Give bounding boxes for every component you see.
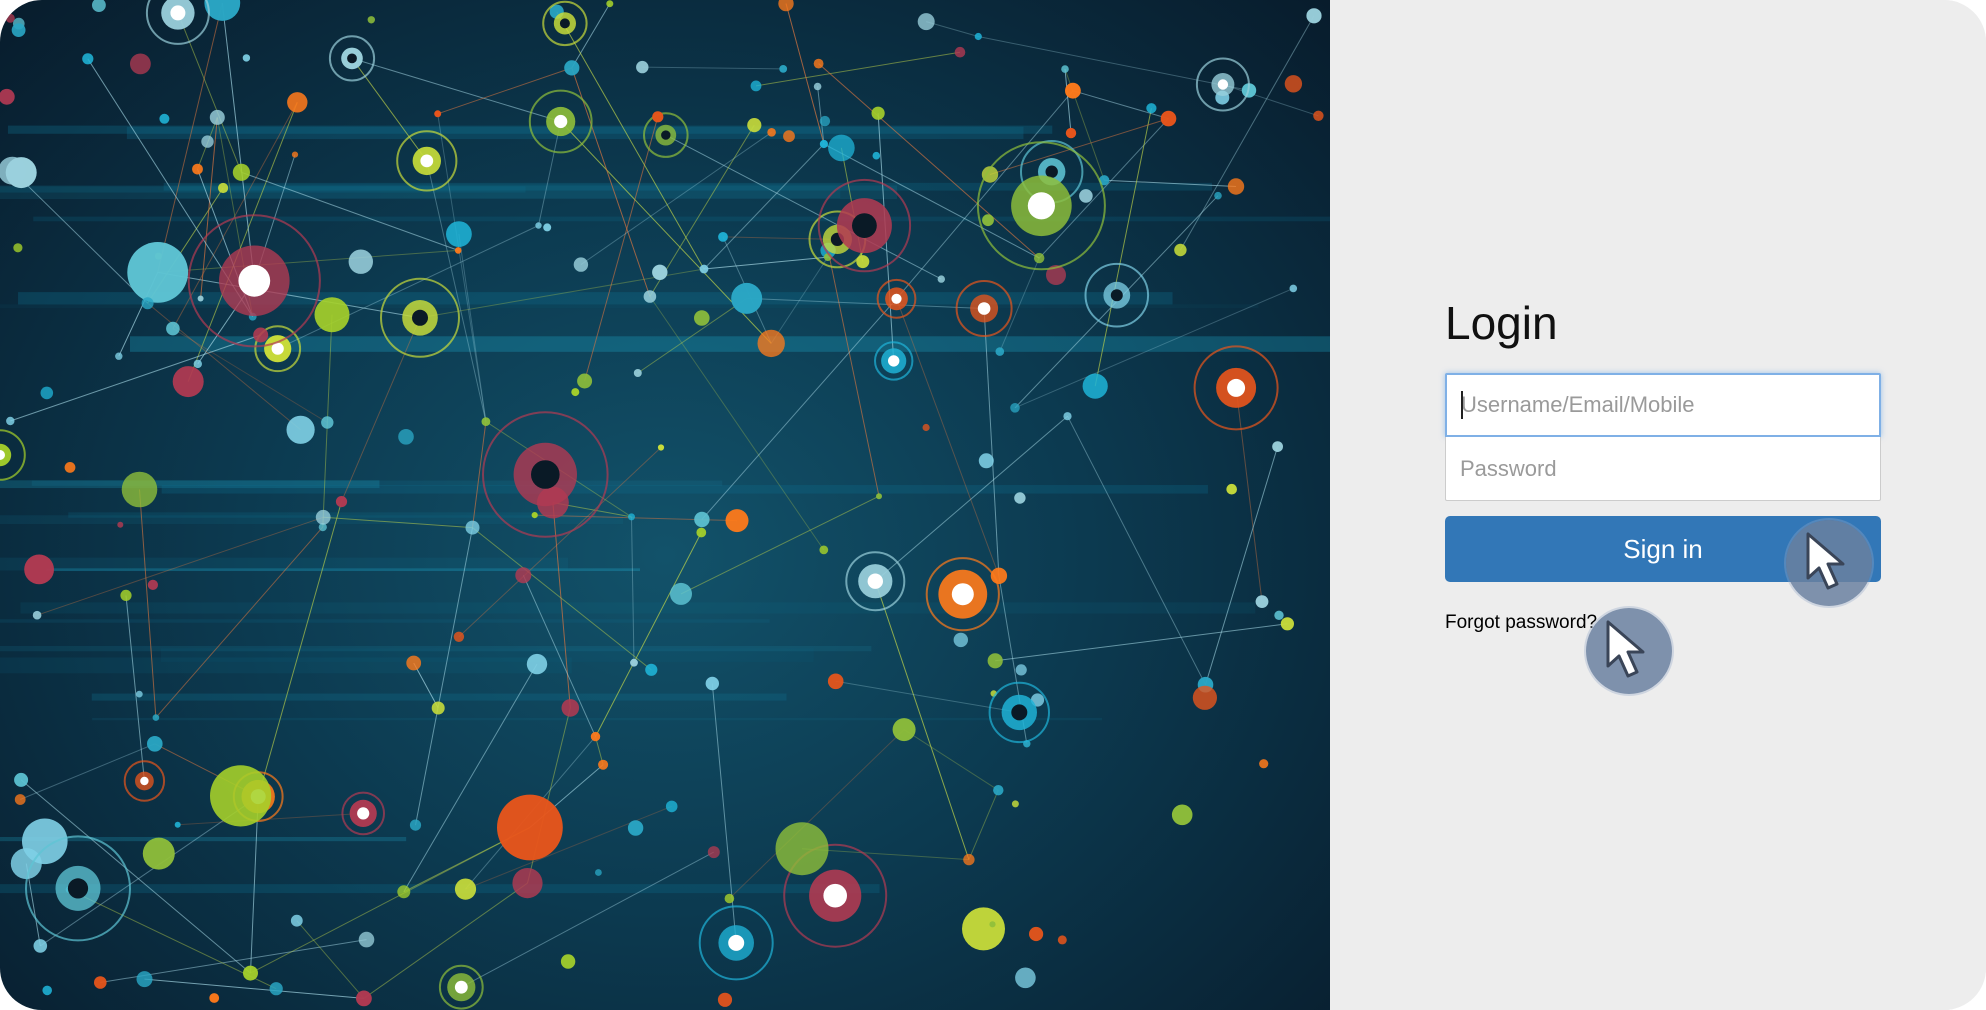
login-heading: Login <box>1445 297 1558 349</box>
login-window: Login Sign in Forgot password? <box>0 0 1986 1010</box>
mouse-pointer-icon <box>1786 520 1872 606</box>
forgot-password-link[interactable]: Forgot password? <box>1445 612 1597 634</box>
text-caret <box>1461 391 1463 419</box>
username-input[interactable] <box>1445 373 1881 437</box>
mouse-pointer-icon <box>1586 608 1672 694</box>
password-input[interactable] <box>1445 437 1881 501</box>
network-graph-image <box>0 0 1330 1010</box>
login-panel <box>1330 0 1986 1010</box>
network-illustration <box>0 0 1330 1010</box>
